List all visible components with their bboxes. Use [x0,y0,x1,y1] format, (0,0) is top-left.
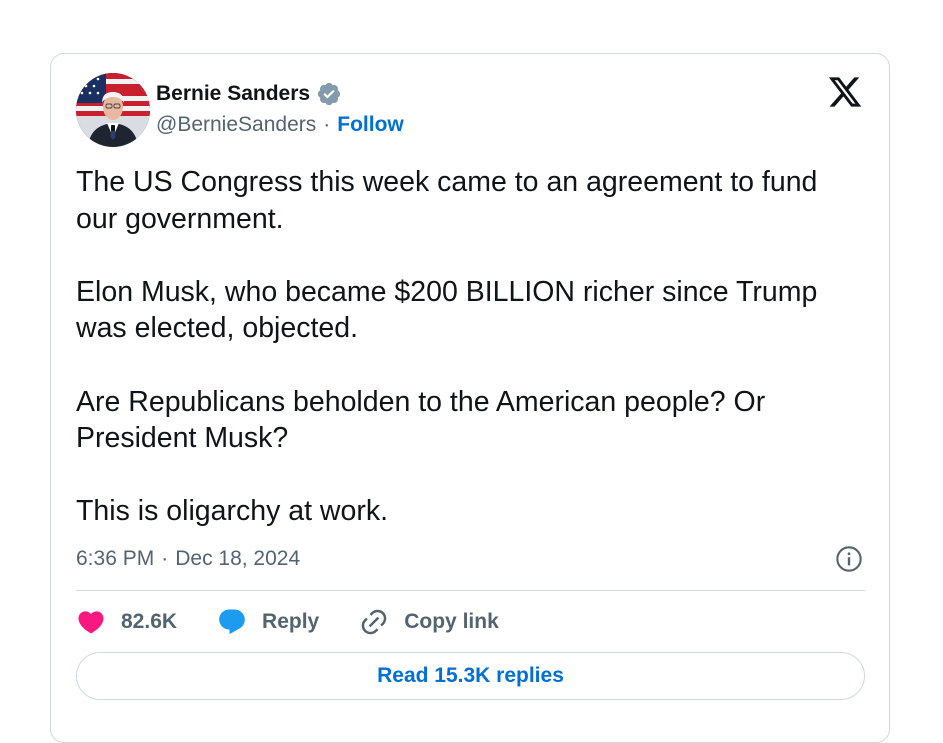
handle-separator: · [323,113,331,136]
tweet-time[interactable]: 6:36 PM [76,547,154,571]
tweet-paragraph: Elon Musk, who became $200 BILLION riche… [76,275,818,345]
follow-button[interactable]: Follow [337,113,404,137]
tweet-paragraph: The US Congress this week came to an agr… [76,166,818,235]
reply-label: Reply [262,610,320,633]
read-replies-button[interactable]: Read 15.3K replies [76,652,865,700]
info-icon[interactable] [835,545,863,573]
tweet-date[interactable]: Dec 18, 2024 [175,547,300,571]
author-handle-row: @BernieSanders · Follow [156,111,404,139]
author-display-name[interactable]: Bernie Sanders [156,82,310,106]
author-name-row: Bernie Sanders [156,80,342,108]
tweet-text: The US Congress this week came to an agr… [76,164,856,530]
author-handle[interactable]: @BernieSanders [156,113,316,137]
action-bar: 82.6K Reply Copy link [76,602,539,642]
tweet-card: Bernie Sanders @BernieSanders · Follow T… [50,53,890,743]
like-count: 82.6K [121,610,178,633]
tweet-paragraph: Are Republicans beholden to the American… [76,385,766,455]
copy-link-label: Copy link [404,610,499,633]
reply-button[interactable]: Reply [217,607,319,637]
link-icon [361,609,387,635]
avatar[interactable] [76,73,150,147]
copy-link-button[interactable]: Copy link [359,607,499,637]
tweet-paragraph: This is oligarchy at work. [76,495,389,528]
heart-icon [78,611,104,634]
timestamp-separator: · [161,547,169,570]
like-button[interactable]: 82.6K [76,607,177,637]
tweet-timestamp: 6:36 PM · Dec 18, 2024 [76,544,300,574]
x-logo-icon[interactable] [827,74,863,110]
verified-badge-icon [316,81,342,107]
divider [76,590,865,591]
read-replies-label: Read 15.3K replies [377,664,564,687]
reply-bubble-icon [219,609,245,635]
